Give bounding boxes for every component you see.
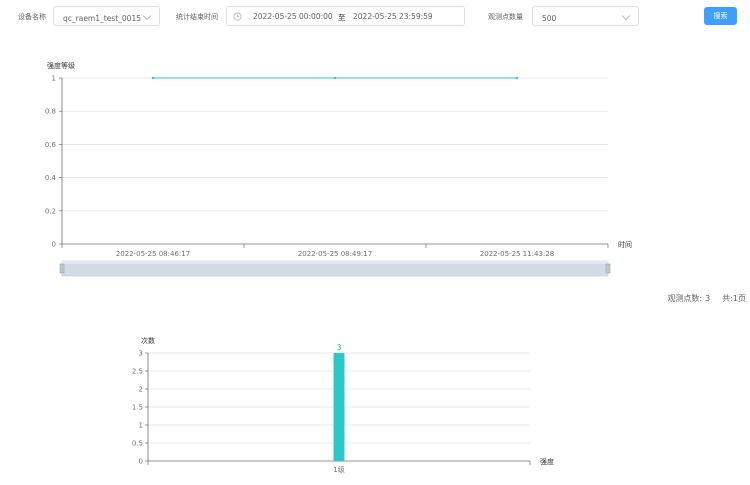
y-tick-label: 2.5 <box>132 368 143 376</box>
time-end-input[interactable]: 2022-05-25 23:59:59 <box>353 12 433 21</box>
y-tick-label: 0 <box>139 458 143 466</box>
y-tick-label: 1 <box>52 75 56 83</box>
time-start-input[interactable]: 2022-05-25 00:00:00 <box>253 12 333 21</box>
x-axis-title: 时间 <box>618 240 632 249</box>
points-select[interactable]: 500 <box>532 6 639 26</box>
y-axis-title: 次数 <box>141 336 155 345</box>
search-button[interactable]: 搜索 <box>704 7 737 25</box>
y-tick-label: 2 <box>139 386 143 394</box>
x-tick-label: 2022-05-25 11:43:28 <box>480 250 554 258</box>
points-select-value: 500 <box>542 14 557 23</box>
y-tick-label: 0.2 <box>45 207 56 215</box>
data-point <box>333 76 337 80</box>
y-tick-label: 0 <box>52 241 56 249</box>
bar-data-label: 3 <box>336 343 341 352</box>
points-count-label: 观测点数: <box>667 294 703 303</box>
y-tick-label: 1.5 <box>132 404 143 412</box>
zoom-slider-handle[interactable] <box>605 263 611 274</box>
chevron-down-icon <box>142 11 152 21</box>
x-tick-label: 2022-05-25 08:46:17 <box>116 250 190 258</box>
device-select-value: qc_raem1_test_0015 <box>63 14 141 23</box>
page-count: 共:1页 <box>722 294 746 303</box>
device-label: 设备名称 <box>18 13 46 21</box>
intensity-bar-chart: 次数 0 0.5 1 1.5 2 2.5 3 强度 3 1级 <box>132 336 554 474</box>
zoom-slider-handle[interactable] <box>59 263 65 274</box>
y-tick-label: 0.6 <box>45 141 57 149</box>
x-axis-title: 强度 <box>540 457 554 466</box>
y-tick-label: 3 <box>139 350 143 358</box>
time-label: 统计结束时间 <box>176 13 218 21</box>
y-tick-label: 1 <box>139 422 143 430</box>
y-tick-label: 0.4 <box>45 174 57 182</box>
intensity-line-chart: 强度等级 0 0.2 0.4 0.6 0.8 1 时间 2022-05-25 08:46:17 2… <box>45 61 632 277</box>
x-tick-label: 1级 <box>333 465 344 474</box>
time-range-picker[interactable]: 2022-05-25 00:00:00 至 2022-05-25 23:59:5… <box>226 6 465 26</box>
data-point <box>151 76 155 80</box>
points-count-value: 3 <box>705 294 711 303</box>
device-select[interactable]: qc_raem1_test_0015 <box>53 6 160 26</box>
bar <box>333 353 345 461</box>
x-tick-label: 2022-05-25 08:49:17 <box>298 250 372 258</box>
y-axis-title: 强度等级 <box>47 61 75 70</box>
points-label: 观测点数量 <box>488 13 523 21</box>
points-summary: 观测点数: 3 共:1页 <box>664 293 746 304</box>
time-range-separator: 至 <box>338 13 346 22</box>
chevron-down-icon <box>621 11 631 21</box>
y-tick-label: 0.8 <box>45 108 56 116</box>
clock-icon <box>233 12 242 21</box>
data-point <box>515 76 519 80</box>
y-tick-label: 0.5 <box>132 440 143 448</box>
zoom-slider-top <box>62 261 608 264</box>
